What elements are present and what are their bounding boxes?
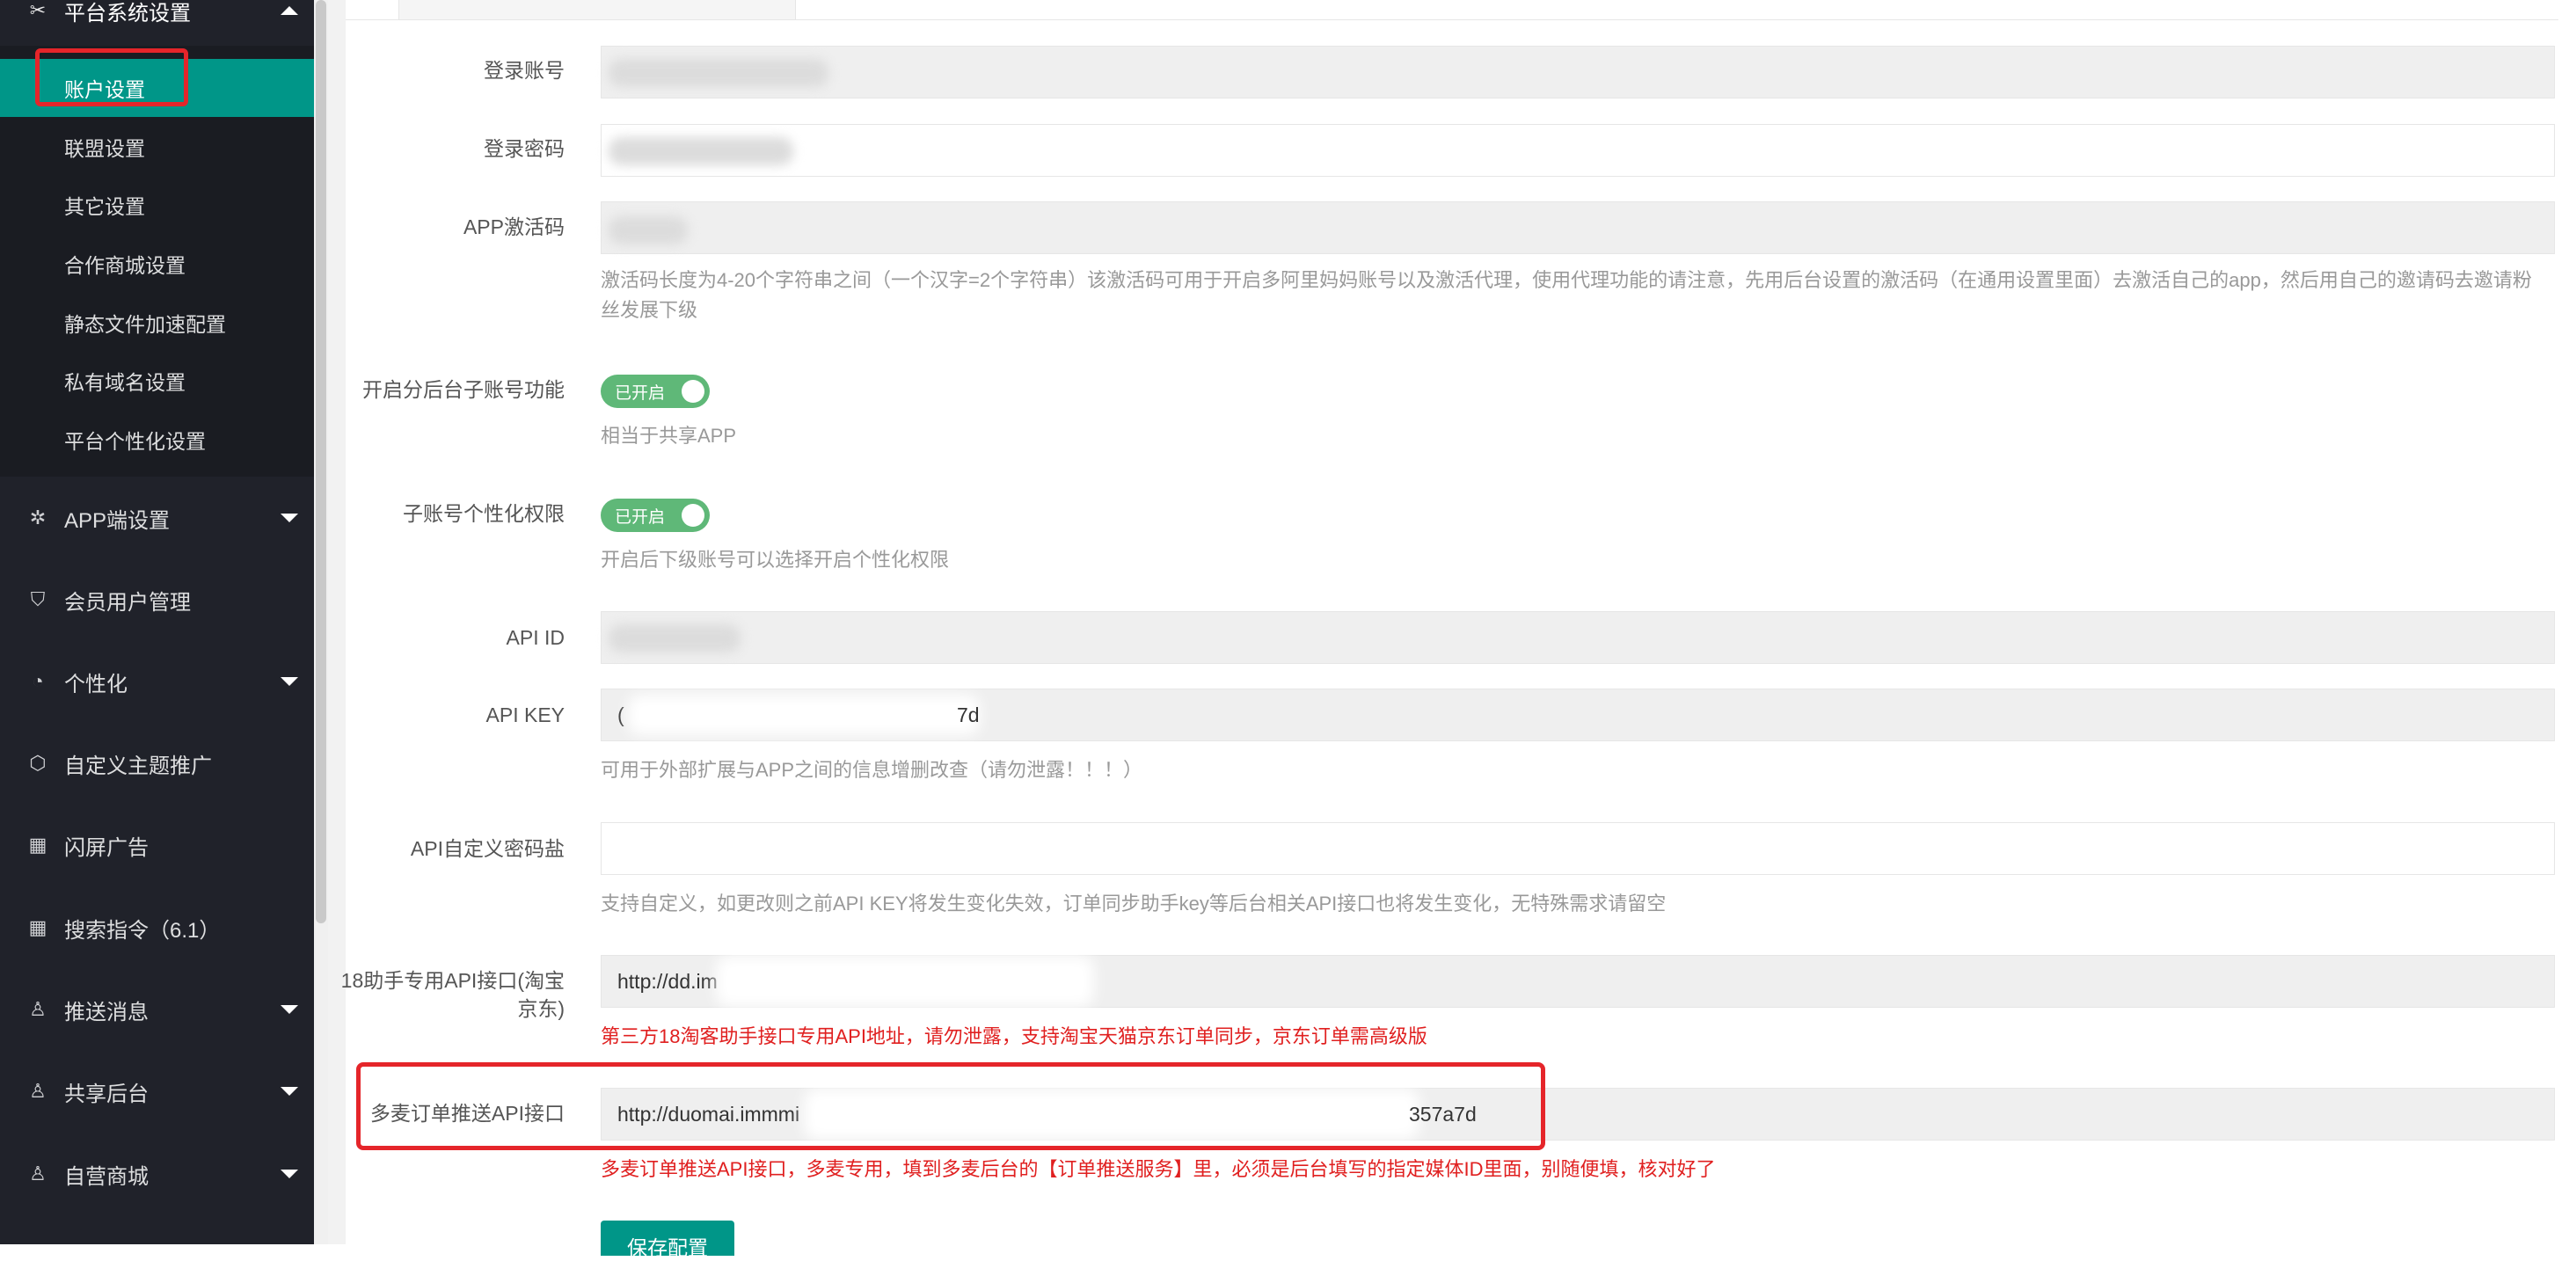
sidebar-group-label: 平台系统设置	[64, 1, 191, 26]
gear-icon: ✲	[29, 507, 47, 528]
api-salt-label: API自定义密码盐	[410, 837, 565, 860]
app-code-label: APP激活码	[463, 215, 565, 238]
save-button[interactable]: 保存配置	[601, 1221, 734, 1259]
sidebar-item-push-messages[interactable]: ♙ 推送消息	[0, 969, 314, 1050]
app-code-field[interactable]	[601, 201, 2555, 254]
chevron-down-icon	[281, 514, 298, 522]
api-id-label: API ID	[506, 626, 565, 649]
top-tab[interactable]	[398, 0, 796, 19]
sub-account-label: 开启分后台子账号功能	[362, 378, 565, 401]
api-key-suffix: 7d	[957, 703, 980, 726]
shield-icon: ⛉	[30, 588, 46, 610]
sidebar-item-member-management[interactable]: ⛉ 会员用户管理	[0, 559, 314, 640]
api-key-help: 可用于外部扩展与APP之间的信息增删改查（请勿泄露！！！）	[601, 759, 1143, 781]
highlight-box-sidebar	[35, 48, 188, 106]
login-password-label: 登录密码	[484, 137, 565, 160]
grid-icon: ▦	[28, 916, 47, 938]
api-key-label: API KEY	[485, 703, 565, 726]
sidebar-item-private-domain[interactable]: 私有域名设置	[0, 352, 314, 410]
sidebar-group-platform-settings[interactable]: ✂ 平台系统设置	[0, 0, 314, 37]
chevron-down-icon	[281, 1005, 298, 1014]
redacted-blur	[716, 956, 1094, 1007]
sidebar-item-shared-backend[interactable]: ♙ 共享后台	[0, 1051, 314, 1132]
sidebar-item-splash-ads[interactable]: ▦ 闪屏广告	[0, 805, 314, 886]
sidebar-item-personalization[interactable]: 平台个性化设置	[0, 411, 314, 469]
chevron-down-icon	[281, 677, 298, 686]
sidebar-item-personalize[interactable]: ◔ 个性化	[0, 641, 314, 722]
sidebar: ✂ 平台系统设置 账户设置 联盟设置 其它设置 合作商城设置 静态文件加速配置 …	[0, 0, 314, 1244]
api-key-prefix: (	[617, 703, 624, 726]
login-password-field[interactable]	[601, 124, 2555, 177]
highlight-box-duomai	[356, 1062, 1545, 1150]
sidebar-item-other-settings[interactable]: 其它设置	[0, 176, 314, 234]
sidebar-item-static-acceleration[interactable]: 静态文件加速配置	[0, 294, 314, 352]
api-key-field[interactable]: ( 7d	[601, 689, 2555, 741]
user-icon: ♙	[29, 1080, 47, 1102]
sidebar-scrollbar-thumb[interactable]	[316, 0, 326, 923]
toggle-text: 已开启	[615, 383, 666, 403]
api-18-field[interactable]: http://dd.im	[601, 955, 2555, 1008]
api-18-help: 第三方18淘客助手接口专用API地址，请勿泄露，支持淘宝天猫京东订单同步，京东订…	[601, 1025, 1427, 1047]
api-id-field[interactable]	[601, 611, 2555, 664]
redacted-blur	[628, 695, 980, 735]
sub-perm-label: 子账号个性化权限	[403, 502, 565, 525]
chevron-up-icon	[281, 6, 298, 15]
chevron-down-icon	[281, 1087, 298, 1096]
sub-perm-help: 开启后下级账号可以选择开启个性化权限	[601, 549, 950, 571]
app-code-help: 激活码长度为4-20个字符串之间（一个汉字=2个字符串）该激活码可用于开启多阿里…	[601, 269, 2532, 321]
api-18-value: http://dd.im	[617, 969, 718, 993]
toggle-knob	[682, 380, 704, 403]
toggle-knob	[682, 504, 704, 527]
user-icon: ♙	[29, 1163, 47, 1184]
duomai-help: 多麦订单推送API接口，多麦专用，填到多麦后台的【订单推送服务】里，必须是后台填…	[601, 1158, 1716, 1180]
sidebar-item-custom-theme[interactable]: ⬡ 自定义主题推广	[0, 723, 314, 804]
sidebar-item-partner-mall[interactable]: 合作商城设置	[0, 235, 314, 293]
login-account-field[interactable]	[601, 46, 2555, 98]
sub-perm-toggle[interactable]: 已开启	[601, 499, 710, 532]
top-tab-strip	[346, 0, 2558, 20]
palette-icon: ◔	[32, 670, 44, 692]
redacted-blur	[609, 137, 793, 165]
sidebar-item-app-settings[interactable]: ✲ APP端设置	[0, 477, 314, 558]
sub-account-help: 相当于共享APP	[601, 425, 737, 447]
sub-account-toggle[interactable]: 已开启	[601, 375, 710, 408]
chevron-down-icon	[281, 1170, 298, 1178]
sidebar-item-self-mall[interactable]: ♙ 自营商城	[0, 1133, 314, 1214]
redacted-blur	[609, 216, 688, 244]
toggle-text: 已开启	[615, 507, 666, 527]
login-account-label: 登录账号	[484, 59, 565, 82]
tools-icon: ✂	[29, 0, 47, 21]
sidebar-item-alliance-settings[interactable]: 联盟设置	[0, 118, 314, 176]
redacted-blur	[609, 624, 741, 652]
sidebar-item-search-commands[interactable]: ▦ 搜索指令（6.1）	[0, 887, 314, 968]
api-salt-help: 支持自定义，如更改则之前API KEY将发生变化失效，订单同步助手key等后台相…	[601, 893, 1667, 915]
cube-icon: ⬡	[29, 752, 47, 774]
user-icon: ♙	[29, 998, 47, 1020]
redacted-blur	[609, 59, 828, 87]
api-salt-input[interactable]	[601, 822, 2555, 875]
api-18-label: 18助手专用API接口(淘宝京东)	[340, 969, 565, 1020]
grid-icon: ▦	[28, 834, 47, 856]
